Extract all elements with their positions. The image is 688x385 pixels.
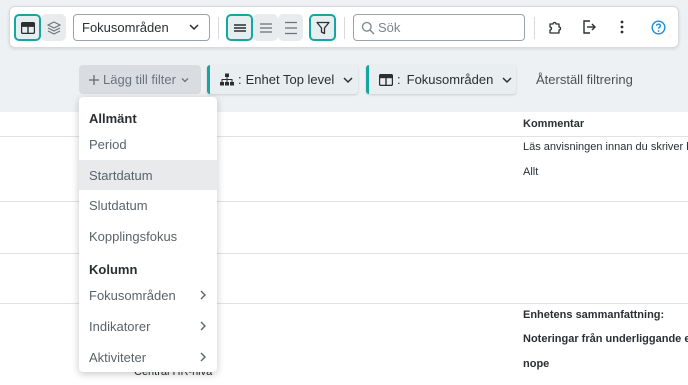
view-select[interactable]: Fokusområden	[73, 14, 210, 41]
export-button[interactable]	[577, 15, 601, 39]
filter-toggle-button[interactable]	[309, 14, 336, 41]
comment-cell: Noteringar från underliggande enh	[523, 333, 688, 345]
menu-item-label: Aktiviteter	[89, 349, 147, 365]
chevron-right-icon	[200, 352, 206, 362]
chevron-down-icon	[189, 24, 199, 31]
chevron-right-icon	[200, 321, 206, 331]
plus-icon	[89, 74, 99, 85]
focus-filter-chip[interactable]: : Fokusområden	[366, 65, 516, 94]
menu-item-period[interactable]: Period	[79, 129, 217, 159]
toolbar: Fokusområden Sök	[9, 6, 679, 48]
toolbar-divider	[534, 17, 535, 39]
menu-item-slutdatum[interactable]: Slutdatum	[79, 190, 217, 220]
menu-item-fokusomraden[interactable]: Fokusområden	[79, 280, 217, 310]
chevron-down-icon	[502, 76, 512, 83]
menu-section-general: Allmänt	[89, 111, 137, 126]
menu-section-column: Kolumn	[89, 262, 138, 277]
filter-icon	[315, 21, 330, 34]
toolbar-divider	[344, 17, 345, 39]
comment-cell: Enhetens sammanfattning:	[523, 309, 665, 321]
chevron-down-icon	[343, 76, 353, 83]
table-icon	[20, 21, 35, 34]
comment-cell: Läs anvisningen innan du skriver k	[523, 141, 688, 153]
menu-item-label: Period	[89, 136, 127, 152]
menu-item-aktiviteter[interactable]: Aktiviteter	[79, 342, 217, 372]
layers-icon	[46, 20, 61, 35]
add-filter-menu: Allmänt Period Startdatum Slutdatum Kopp…	[79, 97, 217, 372]
comment-column-header[interactable]: Kommentar	[523, 118, 584, 130]
help-button[interactable]	[646, 15, 670, 39]
lines-wide-icon	[284, 21, 297, 34]
view-select-value: Fokusområden	[82, 20, 169, 35]
toolbar-divider	[218, 17, 219, 39]
unit-filter-label: Enhet Top level	[245, 72, 335, 87]
search-placeholder: Sök	[378, 20, 401, 35]
comment-cell: Allt	[523, 166, 539, 178]
menu-item-label: Kopplingsfokus	[89, 228, 178, 244]
help-icon	[650, 19, 666, 35]
density-normal-button[interactable]	[253, 14, 278, 41]
comment-cell: nope	[523, 358, 550, 370]
chip-colon: :	[397, 72, 401, 87]
reset-filter-link[interactable]: Återställ filtrering	[536, 65, 633, 94]
lines-normal-icon	[259, 22, 272, 33]
search-icon	[361, 21, 375, 35]
plugin-button[interactable]	[543, 15, 567, 39]
puzzle-icon	[549, 21, 562, 34]
unit-filter-chip[interactable]: : Enhet Top level	[207, 65, 358, 94]
chevron-right-icon	[200, 290, 206, 300]
menu-item-label: Slutdatum	[89, 197, 148, 213]
menu-item-label: Startdatum	[89, 167, 153, 183]
layers-view-button[interactable]	[41, 14, 66, 41]
add-filter-label: Lägg till filter	[103, 72, 176, 87]
table-view-button[interactable]	[14, 14, 41, 41]
density-compact-button[interactable]	[226, 14, 253, 41]
chevron-down-icon	[181, 77, 189, 82]
add-filter-button[interactable]: Lägg till filter	[79, 65, 201, 94]
table-icon	[379, 73, 393, 86]
more-vertical-icon	[620, 20, 624, 34]
chip-colon: :	[238, 72, 242, 87]
focus-filter-label: Fokusområden	[406, 72, 494, 87]
lines-compact-icon	[233, 23, 246, 32]
menu-item-startdatum[interactable]: Startdatum	[79, 160, 217, 190]
menu-item-kopplingsfokus[interactable]: Kopplingsfokus	[79, 221, 217, 251]
menu-item-label: Fokusområden	[89, 287, 176, 303]
menu-item-label: Indikatorer	[89, 318, 151, 334]
export-icon	[583, 20, 596, 34]
org-tree-icon	[220, 73, 234, 86]
more-options-button[interactable]	[612, 15, 632, 39]
menu-item-indikatorer[interactable]: Indikatorer	[79, 311, 217, 341]
search-input[interactable]: Sök	[353, 14, 525, 41]
density-wide-button[interactable]	[278, 14, 303, 41]
